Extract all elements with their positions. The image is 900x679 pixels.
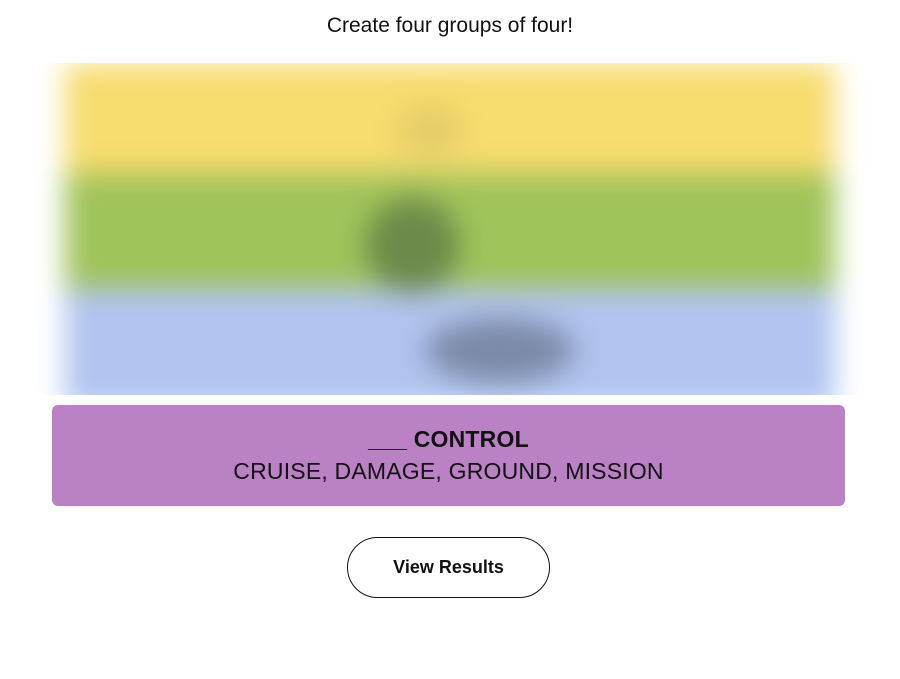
- blurred-unsolved-groups: [35, 63, 875, 395]
- group-title: ___ CONTROL: [368, 426, 529, 452]
- blur-smudge: [395, 103, 465, 158]
- blur-smudge: [425, 318, 575, 383]
- solved-group-purple: ___ CONTROL CRUISE, DAMAGE, GROUND, MISS…: [52, 405, 845, 506]
- group-members: CRUISE, DAMAGE, GROUND, MISSION: [233, 458, 664, 484]
- instructions-text: Create four groups of four!: [326, 14, 574, 37]
- view-results-button[interactable]: View Results: [347, 537, 550, 598]
- blur-smudge: [365, 198, 460, 293]
